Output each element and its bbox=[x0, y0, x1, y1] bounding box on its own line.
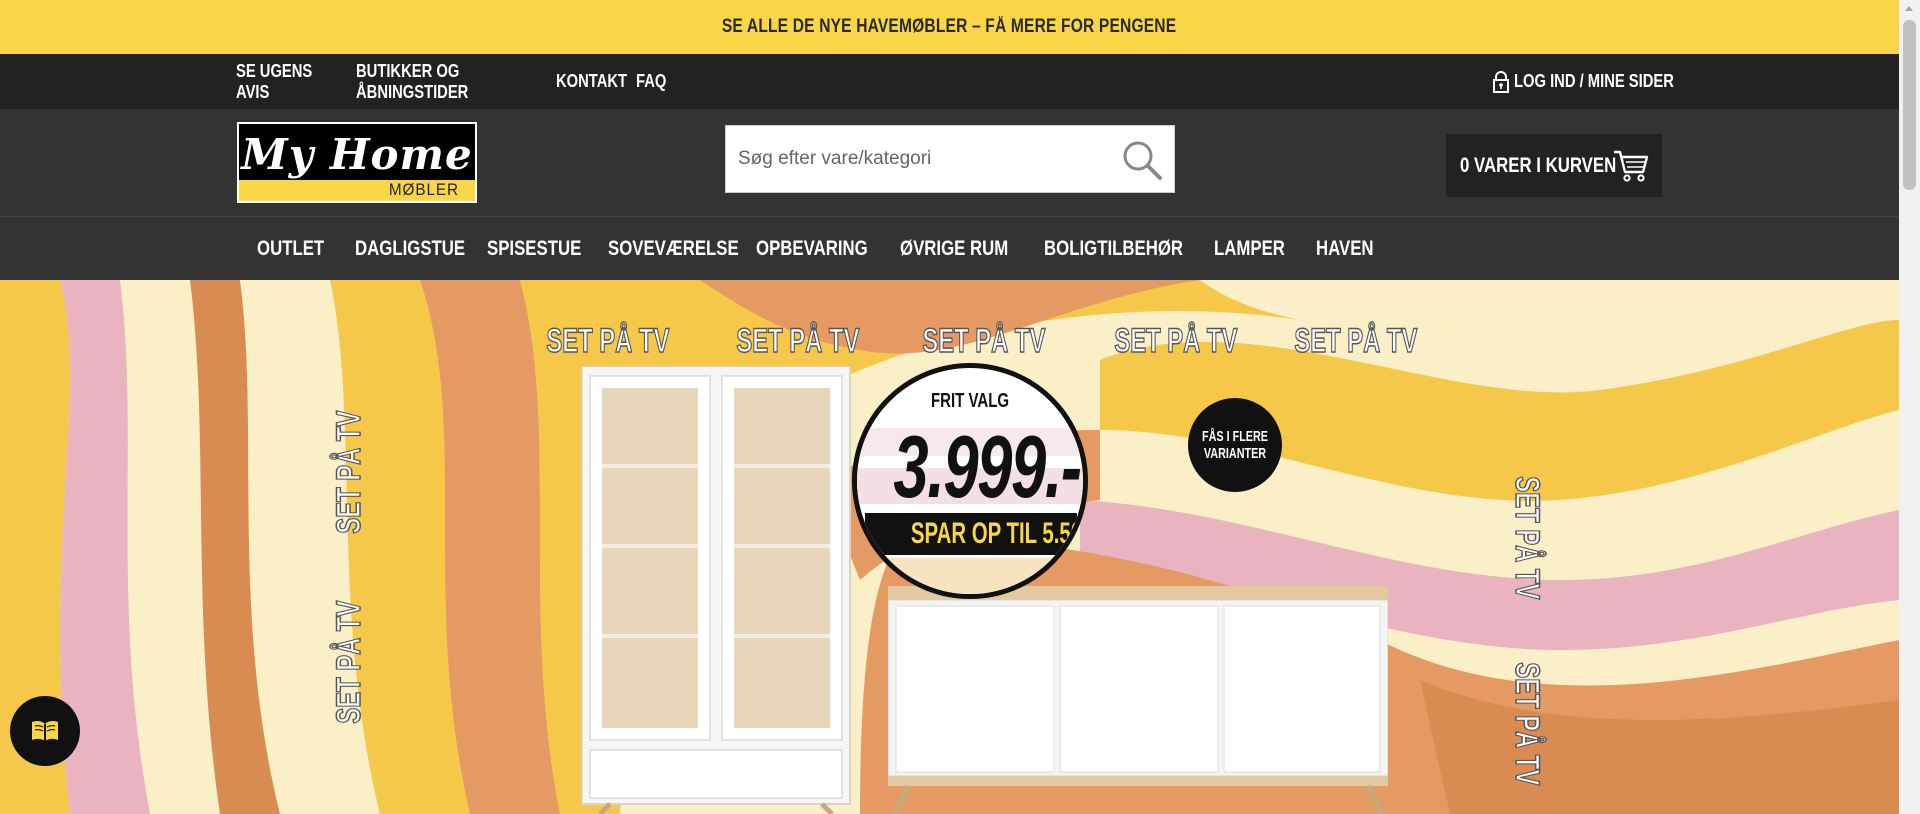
price-value: 3.999.- bbox=[893, 417, 1082, 516]
tv-badge: SET PÅ TV bbox=[736, 321, 860, 361]
logo-wordmark: My Home bbox=[239, 124, 475, 184]
util-link-kontakt[interactable]: KONTAKT bbox=[556, 71, 628, 92]
hero-banner[interactable]: SET PÅ TV SET PÅ TV SET PÅ TV SET PÅ TV … bbox=[0, 280, 1899, 814]
tv-badge: SET PÅ TV bbox=[546, 321, 670, 361]
nav-outlet[interactable]: OUTLET bbox=[257, 237, 324, 261]
nav-opbevaring[interactable]: OPBEVARING bbox=[756, 237, 868, 261]
logo-main-text: My Home bbox=[241, 129, 473, 179]
tv-badge: SET PÅ TV bbox=[329, 410, 368, 534]
utility-links: SE UGENS AVIS BUTIKKER OG ÅBNINGSTIDER K… bbox=[236, 54, 668, 109]
tv-badge: SET PÅ TV bbox=[1294, 321, 1418, 361]
util-link-faq[interactable]: FAQ bbox=[636, 71, 669, 92]
glass-cabinet-image bbox=[581, 366, 851, 814]
main-nav: OUTLET DAGLIGSTUE SPISESTUE SOVEVÆRELSE … bbox=[0, 216, 1899, 280]
login-label: LOG IND / MINE SIDER bbox=[1514, 71, 1674, 91]
logo-sub-text: MØBLER bbox=[389, 180, 460, 199]
book-icon bbox=[32, 720, 58, 741]
main-nav-list: OUTLET DAGLIGSTUE SPISESTUE SOVEVÆRELSE … bbox=[236, 217, 1396, 281]
util-link-avis[interactable]: SE UGENS AVIS bbox=[236, 61, 341, 103]
nav-lamper[interactable]: LAMPER bbox=[1214, 237, 1285, 261]
lock-icon bbox=[1493, 70, 1509, 93]
search-input[interactable] bbox=[726, 126, 1111, 192]
variants-text: FÅS I FLERE VARIANTER bbox=[1201, 428, 1268, 462]
variants-badge: FÅS I FLERE VARIANTER bbox=[1188, 398, 1282, 492]
nav-boligtilbehor[interactable]: BOLIGTILBEHØR bbox=[1044, 237, 1183, 261]
price-badge: FRIT VALG 3.999.- SPAR OP TIL 5.500.- bbox=[852, 363, 1088, 599]
nav-dagligstue[interactable]: DAGLIGSTUE bbox=[355, 237, 465, 261]
site-header: My Home MØBLER 0 VARER I KURVEN bbox=[0, 109, 1899, 216]
search-icon[interactable] bbox=[1120, 138, 1164, 182]
price-stripe bbox=[857, 558, 1083, 594]
nav-spisestue[interactable]: SPISESTUE bbox=[487, 237, 581, 261]
login-link[interactable]: LOG IND / MINE SIDER bbox=[1492, 54, 1709, 109]
price-intro: FRIT VALG bbox=[930, 390, 1010, 412]
catalog-button[interactable] bbox=[10, 696, 80, 766]
savings-label: SPAR OP TIL 5.500.- bbox=[865, 513, 1083, 555]
tv-badge: SET PÅ TV bbox=[1507, 476, 1546, 600]
nav-haven[interactable]: HAVEN bbox=[1316, 237, 1380, 261]
tv-badge: SET PÅ TV bbox=[329, 600, 368, 724]
scroll-up-icon[interactable] bbox=[1905, 6, 1913, 11]
page-scrollbar[interactable] bbox=[1899, 0, 1920, 814]
scrollbar-thumb[interactable] bbox=[1903, 20, 1916, 190]
top-banner-text[interactable]: SE ALLE DE NYE HAVEMØBLER – FÅ MERE FOR … bbox=[722, 16, 1176, 38]
search-box bbox=[725, 125, 1175, 193]
cart-label: 0 VARER I KURVEN bbox=[1460, 153, 1617, 177]
site-logo[interactable]: My Home MØBLER bbox=[237, 122, 477, 203]
utility-nav: SE UGENS AVIS BUTIKKER OG ÅBNINGSTIDER K… bbox=[0, 54, 1899, 109]
tv-badge: SET PÅ TV bbox=[1507, 662, 1546, 786]
cart-icon bbox=[1614, 150, 1649, 182]
sideboard-image bbox=[888, 586, 1388, 814]
util-link-butikker[interactable]: BUTIKKER OG ÅBNINGSTIDER bbox=[356, 61, 527, 103]
tv-badge: SET PÅ TV bbox=[922, 321, 1046, 361]
logo-subbar: MØBLER bbox=[239, 180, 475, 201]
nav-ovrige-rum[interactable]: ØVRIGE RUM bbox=[900, 237, 1008, 261]
tv-badge: SET PÅ TV bbox=[1114, 321, 1238, 361]
top-banner[interactable]: SE ALLE DE NYE HAVEMØBLER – FÅ MERE FOR … bbox=[0, 0, 1899, 54]
nav-sovevaerelse[interactable]: SOVEVÆRELSE bbox=[608, 237, 739, 261]
cart-button[interactable]: 0 VARER I KURVEN bbox=[1446, 134, 1662, 197]
